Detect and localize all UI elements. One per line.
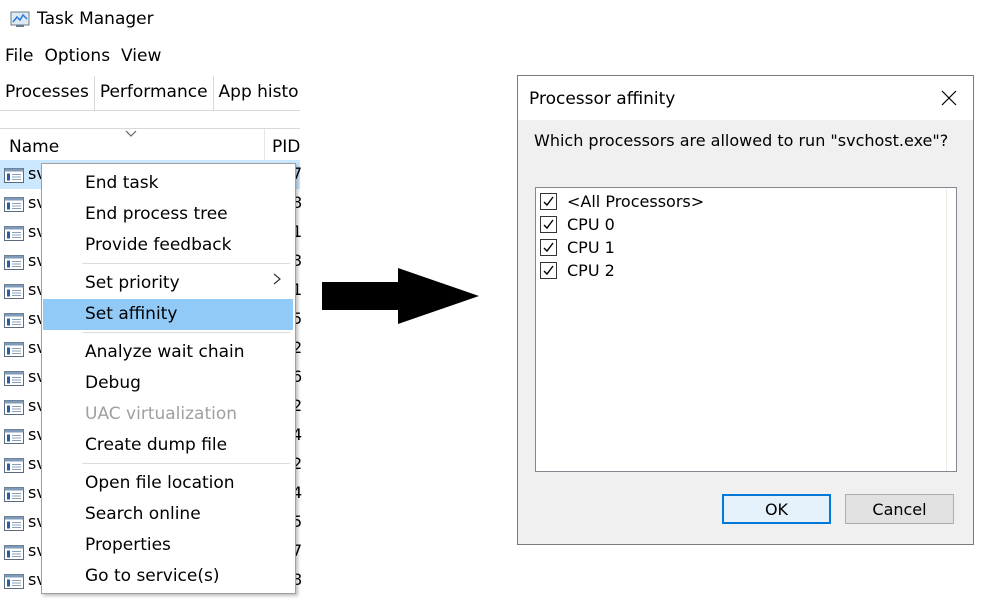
column-header-name[interactable]: Name: [9, 137, 59, 157]
arrow-graphic: [322, 268, 482, 332]
menu-view[interactable]: View: [121, 46, 161, 68]
checkbox-label: CPU 2: [567, 261, 615, 280]
checkbox-label: <All Processors>: [567, 192, 705, 211]
menu-separator: [82, 332, 290, 333]
menu-item-analyze-wait-chain[interactable]: Analyze wait chain: [43, 337, 293, 368]
process-icon: [4, 342, 24, 357]
close-icon[interactable]: [931, 83, 967, 113]
menu-item-label: End process tree: [85, 204, 228, 224]
menu-item-label: Search online: [85, 504, 201, 524]
column-header-pid[interactable]: PID: [272, 137, 300, 157]
checkbox-box[interactable]: [540, 216, 557, 233]
menu-item-label: Create dump file: [85, 435, 228, 455]
process-icon: [4, 255, 24, 270]
processor-affinity-dialog: Processor affinity Which processors are …: [517, 75, 974, 545]
process-icon: [4, 516, 24, 531]
cancel-button[interactable]: Cancel: [845, 494, 954, 524]
menu-item-label: Set affinity: [85, 304, 178, 324]
menu-bar: File Options View: [0, 46, 167, 68]
menu-item-label: Open file location: [85, 473, 235, 493]
process-icon: [4, 487, 24, 502]
menu-item-provide-feedback[interactable]: Provide feedback: [43, 230, 293, 261]
menu-item-open-file-location[interactable]: Open file location: [43, 468, 293, 499]
checkbox-cpu-2[interactable]: CPU 2: [540, 260, 920, 283]
menu-item-go-to-service-s[interactable]: Go to service(s): [43, 561, 293, 592]
menu-item-properties[interactable]: Properties: [43, 530, 293, 561]
process-icon: [4, 574, 24, 589]
dialog-question: Which processors are allowed to run "svc…: [534, 131, 949, 150]
checkbox-cpu-1[interactable]: CPU 1: [540, 237, 920, 260]
process-icon: [4, 197, 24, 212]
checkbox-label: CPU 0: [567, 215, 615, 234]
process-icon: [4, 429, 24, 444]
menu-item-set-priority[interactable]: Set priority: [43, 268, 293, 299]
checkbox-cpu-0[interactable]: CPU 0: [540, 214, 920, 237]
menu-item-label: Go to service(s): [85, 566, 220, 586]
tab-performance[interactable]: Performance: [95, 76, 214, 110]
menu-item-label: End task: [85, 173, 159, 193]
tab-processes[interactable]: Processes: [0, 76, 95, 110]
checkbox-all-processors[interactable]: <All Processors>: [540, 191, 920, 214]
menu-item-label: Set priority: [85, 273, 180, 293]
process-icon: [4, 226, 24, 241]
sort-chevron-icon[interactable]: [125, 127, 137, 141]
process-icon: [4, 371, 24, 386]
menu-item-label: Analyze wait chain: [85, 342, 245, 362]
task-manager-icon: [10, 10, 30, 28]
menu-options[interactable]: Options: [44, 46, 110, 68]
menu-separator: [82, 263, 290, 264]
menu-separator: [82, 463, 290, 464]
column-header-row: Name PID: [0, 128, 300, 162]
ok-button[interactable]: OK: [722, 494, 831, 524]
process-icon: [4, 168, 24, 183]
menu-item-end-process-tree[interactable]: End process tree: [43, 199, 293, 230]
chevron-right-icon: [272, 271, 282, 291]
process-icon: [4, 545, 24, 560]
process-icon: [4, 313, 24, 328]
menu-item-create-dump-file[interactable]: Create dump file: [43, 430, 293, 461]
menu-item-debug[interactable]: Debug: [43, 368, 293, 399]
tab-app-history[interactable]: App history: [214, 76, 300, 110]
checkbox-box[interactable]: [540, 239, 557, 256]
context-menu: End task End process tree Provide feedback…: [41, 163, 296, 594]
window-title: Task Manager: [37, 9, 154, 29]
checkbox-box[interactable]: [540, 193, 557, 210]
dialog-title: Processor affinity: [529, 89, 676, 109]
menu-item-end-task[interactable]: End task: [43, 168, 293, 199]
dialog-titlebar: Processor affinity: [518, 76, 973, 120]
list-scroll-track[interactable]: [946, 188, 947, 471]
menu-item-label: Provide feedback: [85, 235, 232, 255]
processor-list: <All Processors> CPU 0 CPU 1 CPU 2: [535, 187, 957, 472]
menu-item-label: Debug: [85, 373, 141, 393]
process-icon: [4, 400, 24, 415]
menu-item-uac-virtualization: UAC virtualization: [43, 399, 293, 430]
checkbox-box[interactable]: [540, 262, 557, 279]
menu-item-label: Properties: [85, 535, 171, 555]
process-icon: [4, 458, 24, 473]
menu-file[interactable]: File: [5, 46, 33, 68]
process-icon: [4, 284, 24, 299]
menu-item-label: UAC virtualization: [85, 404, 238, 424]
tab-strip: Processes Performance App history: [0, 76, 300, 111]
menu-item-search-online[interactable]: Search online: [43, 499, 293, 530]
column-divider[interactable]: [264, 129, 265, 161]
checkbox-label: CPU 1: [567, 238, 615, 257]
menu-item-set-affinity[interactable]: Set affinity: [43, 299, 293, 330]
